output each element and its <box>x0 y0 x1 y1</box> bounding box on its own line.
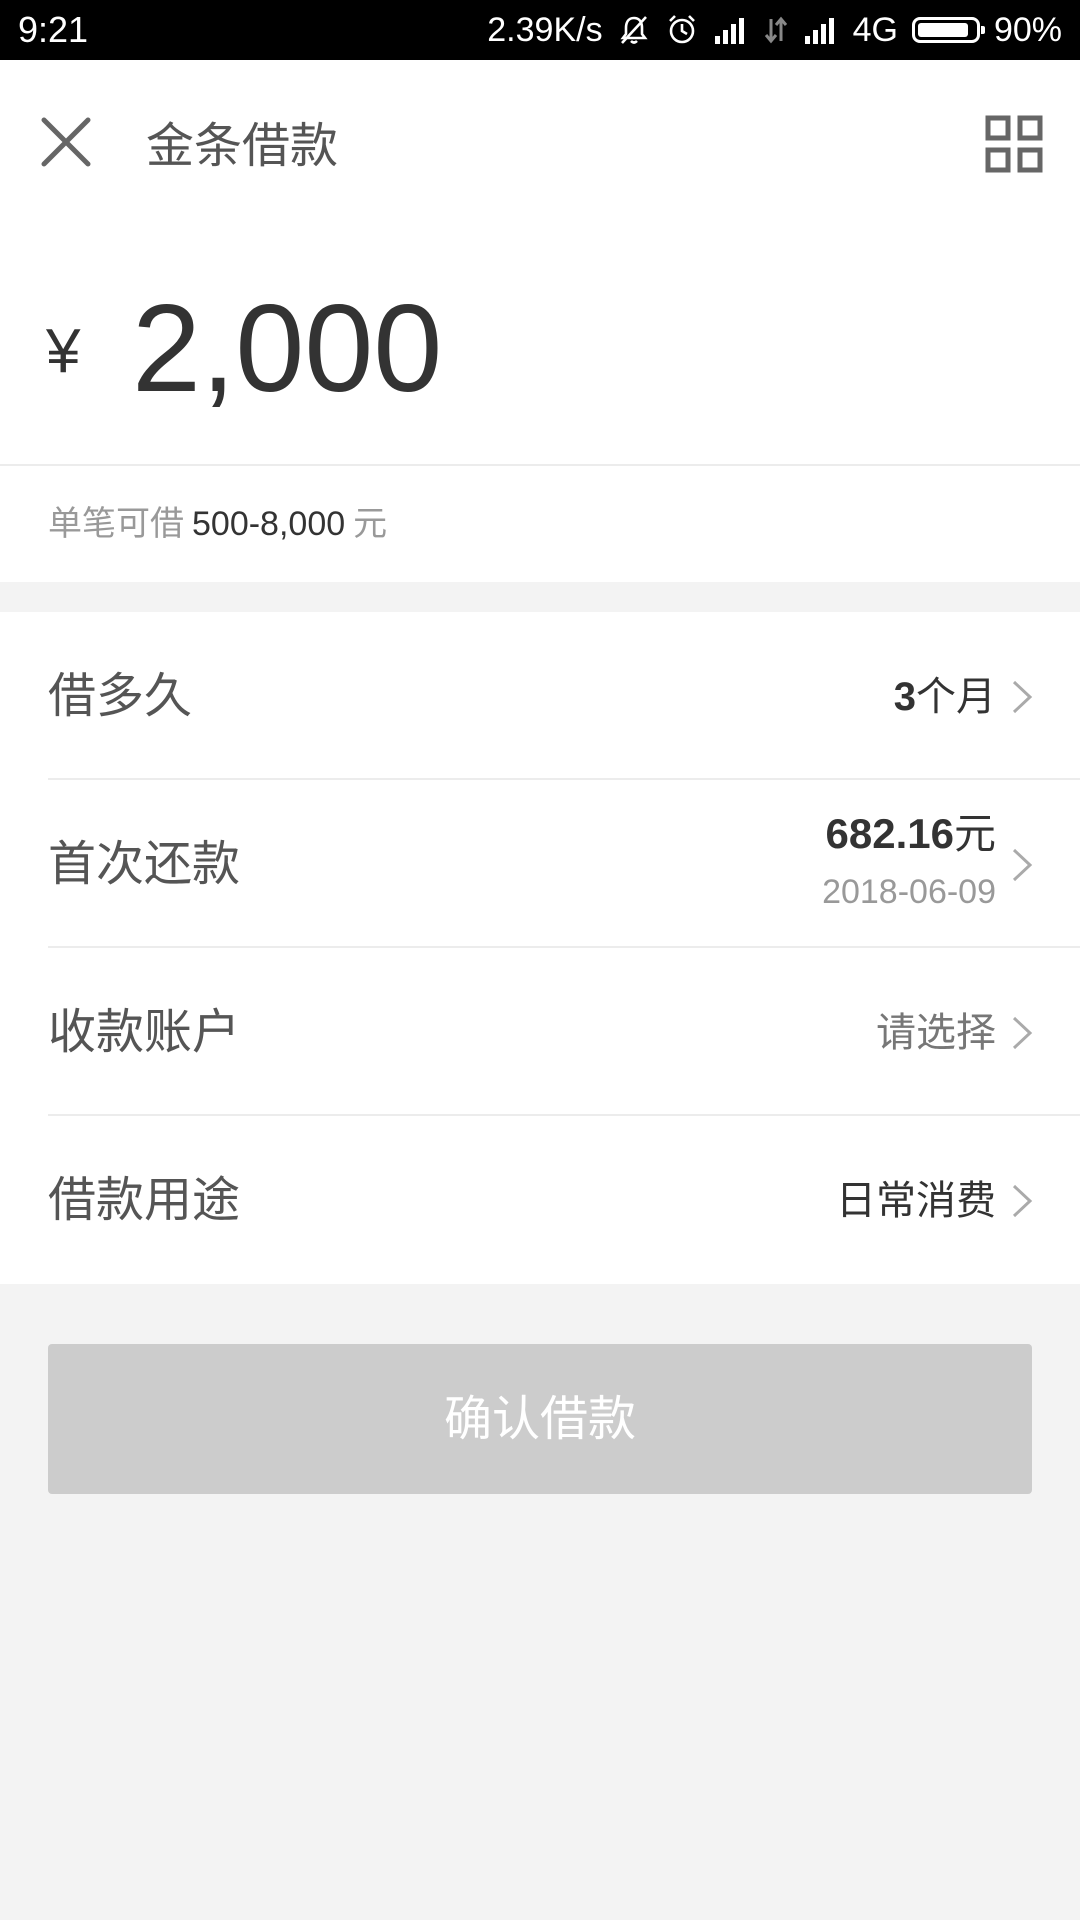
data-arrows-icon <box>763 15 789 45</box>
range-prefix: 单笔可借 <box>48 504 184 544</box>
network-type: 4G <box>852 11 898 49</box>
close-button[interactable] <box>36 112 96 172</box>
duration-row[interactable]: 借多久 3个月 <box>0 612 1080 780</box>
duration-number: 3 <box>893 675 916 719</box>
menu-button[interactable] <box>984 114 1044 174</box>
page-title: 金条借款 <box>146 118 339 174</box>
signal-icon <box>713 16 749 44</box>
network-speed: 2.39K/s <box>487 11 603 49</box>
loan-form: 借多久 3个月 首次还款 682.16元 2018-06-09 收款账户 请选择… <box>0 612 1080 1284</box>
header: 金条借款 <box>0 60 1080 230</box>
alarm-icon <box>665 13 699 47</box>
amount-section[interactable]: ¥ 2,000 <box>0 230 1080 466</box>
purpose-value: 日常消费 <box>836 1178 996 1224</box>
chevron-right-icon <box>1012 680 1033 714</box>
first-repayment-row[interactable]: 首次还款 682.16元 2018-06-09 <box>0 780 1080 948</box>
first-repayment-date: 2018-06-09 <box>822 873 996 911</box>
account-value: 请选择 <box>876 1010 996 1056</box>
status-icons: 2.39K/s 4G 90% <box>487 8 1062 52</box>
purpose-label: 借款用途 <box>48 1172 241 1228</box>
currency-symbol: ¥ <box>46 317 81 386</box>
status-bar: 9:21 2.39K/s 4G 90% <box>0 0 1080 60</box>
close-icon <box>41 117 91 167</box>
duration-value: 3个月 <box>894 672 996 722</box>
mute-icon <box>617 13 651 47</box>
chevron-right-icon <box>1012 1184 1033 1218</box>
status-time: 9:21 <box>18 9 89 50</box>
first-repayment-amount: 682.16元 <box>826 808 996 860</box>
borrow-range: 单笔可借 500-8,000 元 <box>48 502 387 546</box>
duration-unit: 个月 <box>916 674 996 720</box>
repayment-unit: 元 <box>953 809 996 858</box>
account-row[interactable]: 收款账户 请选择 <box>0 948 1080 1116</box>
range-section: 单笔可借 500-8,000 元 <box>0 466 1080 582</box>
purpose-row[interactable]: 借款用途 日常消费 <box>0 1116 1080 1284</box>
battery-icon <box>911 17 985 43</box>
chevron-right-icon <box>1012 848 1033 882</box>
account-label: 收款账户 <box>48 1004 241 1060</box>
battery-percent: 90% <box>993 11 1062 49</box>
first-repayment-label: 首次还款 <box>48 836 241 892</box>
battery-level <box>917 23 968 37</box>
duration-label: 借多久 <box>48 668 193 724</box>
confirm-loan-button[interactable]: 确认借款 <box>48 1344 1032 1494</box>
signal-icon <box>803 16 839 44</box>
grid-icon <box>985 115 1043 173</box>
range-unit: 元 <box>353 504 388 544</box>
range-value: 500-8,000 <box>192 505 346 543</box>
repayment-number: 682.16 <box>825 810 954 857</box>
chevron-right-icon <box>1012 1016 1033 1050</box>
amount-input[interactable]: 2,000 <box>132 274 442 424</box>
